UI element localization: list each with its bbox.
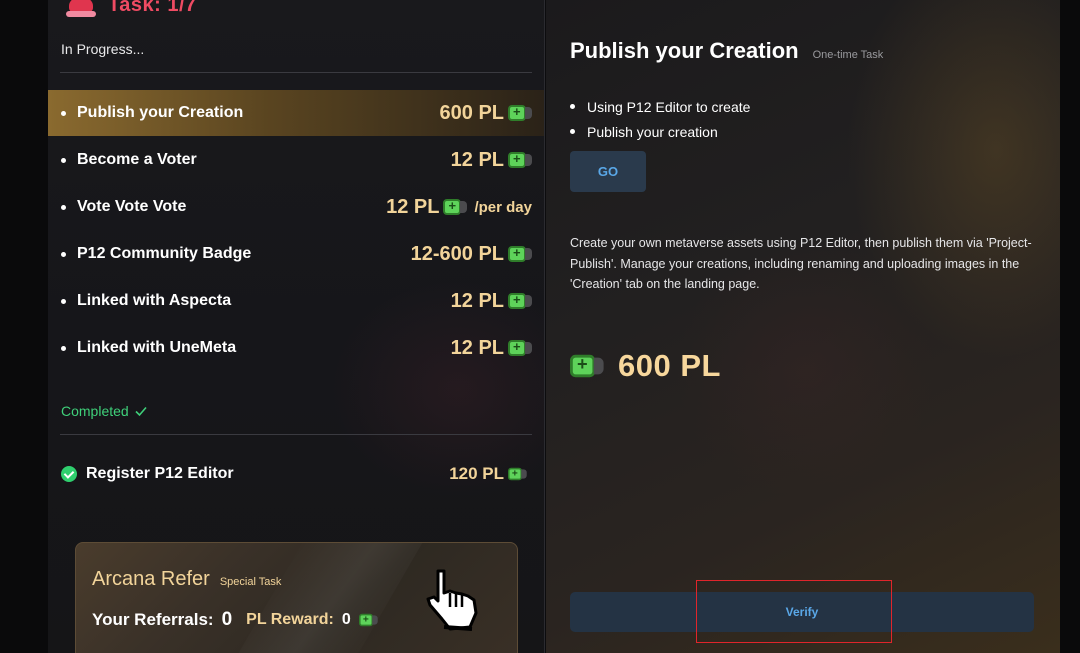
task-reward: 12-600 PL xyxy=(411,243,532,266)
task-name: Become a Voter xyxy=(77,151,197,168)
pl-token-icon xyxy=(508,151,532,169)
task-name: Linked with UneMeta xyxy=(77,339,237,356)
task-name: P12 Community Badge xyxy=(77,245,252,262)
reward-amount: 12 PL xyxy=(386,195,440,218)
task-detail-panel: Publish your Creation One-time Task Usin… xyxy=(546,0,1060,653)
bullet xyxy=(61,157,66,163)
reward-frequency: /per day xyxy=(474,198,532,216)
task-reward: 120 PL xyxy=(449,464,532,484)
task-item-community-badge[interactable]: P12 Community Badge 12-600 PL xyxy=(48,231,544,277)
task-reward: 12 PL /per day xyxy=(386,196,532,219)
detail-reward: 600 PL xyxy=(570,348,721,384)
pl-token-icon xyxy=(570,353,604,378)
page-margin-left xyxy=(0,0,48,653)
completed-check-icon xyxy=(61,466,77,482)
pl-token-icon xyxy=(358,613,378,627)
refer-stats: Your Referrals: 0 PL Reward: 0 xyxy=(92,609,383,631)
task-name: Register P12 Editor xyxy=(86,465,234,482)
step-item: Publish your creation xyxy=(570,119,750,144)
step-text: Publish your creation xyxy=(587,123,718,140)
task-type-tag: One-time Task xyxy=(812,49,884,61)
task-count: Task: 1/7 xyxy=(108,0,197,16)
divider xyxy=(60,72,532,73)
verify-button[interactable]: Verify xyxy=(570,592,1034,632)
referrals-value: 0 xyxy=(221,609,233,630)
pl-token-icon xyxy=(508,339,532,357)
potion-icon xyxy=(66,0,96,19)
task-name: Publish your Creation xyxy=(77,104,244,121)
referrals-label: Your Referrals: xyxy=(92,610,214,629)
task-reward: 12 PL xyxy=(451,149,532,172)
bullet xyxy=(570,104,575,109)
task-name: Vote Vote Vote xyxy=(77,198,187,215)
reward-amount: 600 PL xyxy=(439,101,504,124)
step-text: Using P12 Editor to create xyxy=(587,98,751,115)
pl-token-icon xyxy=(508,467,527,481)
pl-reward-value: 0 xyxy=(341,611,351,628)
refer-title: Arcana Refer Special Task xyxy=(92,568,281,591)
task-steps-list: Using P12 Editor to create Publish your … xyxy=(570,94,750,144)
pl-token-icon xyxy=(508,292,532,310)
completed-section-header: Completed xyxy=(61,403,148,419)
detail-reward-amount: 600 PL xyxy=(618,348,721,383)
task-list-panel: Task: 1/7 In Progress... Publish your Cr… xyxy=(48,0,545,653)
bullet xyxy=(61,204,66,210)
task-item-linked-unemeta[interactable]: Linked with UneMeta 12 PL xyxy=(48,325,544,371)
task-description: Create your own metaverse assets using P… xyxy=(570,236,1032,291)
bullet xyxy=(61,298,66,304)
special-task-tag: Special Task xyxy=(219,576,282,588)
task-item-vote-vote-vote[interactable]: Vote Vote Vote 12 PL /per day xyxy=(48,184,544,230)
task-name: Linked with Aspecta xyxy=(77,292,232,309)
go-button[interactable]: GO xyxy=(570,151,646,192)
step-item: Using P12 Editor to create xyxy=(570,94,750,119)
bullet xyxy=(61,110,66,116)
reward-amount: 120 PL xyxy=(449,464,504,483)
in-progress-label: In Progress... xyxy=(61,41,145,57)
task-item-register-editor[interactable]: Register P12 Editor 120 PL xyxy=(48,451,544,497)
task-reward: 12 PL xyxy=(451,290,532,313)
detail-header: Publish your Creation One-time Task xyxy=(570,38,883,64)
pl-token-icon xyxy=(508,104,532,122)
detail-title: Publish your Creation xyxy=(570,38,799,63)
task-item-publish-creation[interactable]: Publish your Creation 600 PL xyxy=(48,90,544,136)
task-reward: 12 PL xyxy=(451,337,532,360)
bullet xyxy=(61,345,66,351)
reward-amount: 12-600 PL xyxy=(410,242,504,265)
task-reward: 600 PL xyxy=(440,102,532,125)
page-margin-right xyxy=(1060,0,1080,653)
refer-card-title: Arcana Refer xyxy=(92,568,210,590)
divider xyxy=(60,434,532,435)
pl-token-icon xyxy=(443,198,468,216)
bullet xyxy=(61,251,66,257)
task-item-linked-aspecta[interactable]: Linked with Aspecta 12 PL xyxy=(48,278,544,324)
hand-pointer-cursor-icon xyxy=(426,569,478,631)
reward-amount: 12 PL xyxy=(450,289,504,312)
checkmark-icon xyxy=(135,406,147,417)
task-progress-header: Task: 1/7 xyxy=(66,0,197,20)
pl-reward-label: PL Reward: xyxy=(246,611,334,628)
task-item-become-voter[interactable]: Become a Voter 12 PL xyxy=(48,137,544,183)
bullet xyxy=(570,129,575,134)
completed-label: Completed xyxy=(61,403,129,419)
reward-amount: 12 PL xyxy=(450,148,504,171)
pl-token-icon xyxy=(508,245,532,263)
reward-amount: 12 PL xyxy=(450,336,504,359)
